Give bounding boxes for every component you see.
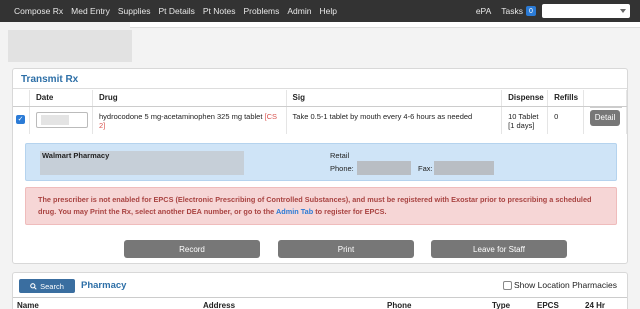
redacted-block [8, 30, 132, 62]
col-phone: Phone [387, 301, 412, 309]
sig-cell: Take 0.5-1 tablet by mouth every 4-6 hou… [286, 106, 503, 134]
tasks-count-badge: 0 [526, 6, 536, 16]
show-location-checkbox[interactable] [502, 280, 512, 290]
rx-table-header: Date Drug Sig Dispense Refills [13, 90, 627, 107]
nav-right: ePA Tasks 0 [476, 0, 630, 22]
col-dispense: Dispense [501, 90, 549, 107]
nav-tasks[interactable]: Tasks 0 [501, 6, 536, 16]
nav-pt-notes[interactable]: Pt Notes [203, 6, 236, 16]
leave-for-staff-button[interactable]: Leave for Staff [431, 240, 567, 258]
select-column-header [13, 90, 30, 107]
nav-compose-rx[interactable]: Compose Rx [14, 6, 63, 16]
date-input[interactable] [36, 111, 88, 128]
col-24hr: 24 Hr [585, 301, 606, 309]
transmit-rx-title: Transmit Rx [13, 69, 627, 89]
table-row: ✓ hydrocodone 5 mg-acetaminophen 325 mg … [13, 106, 627, 134]
pharmacy-table-header: Name Address Phone Type EPCS 24 Hr [13, 297, 627, 309]
date-value-redacted [41, 114, 69, 125]
drug-cell: hydrocodone 5 mg-acetaminophen 325 mg ta… [92, 106, 287, 134]
pharmacy-name: Walmart Pharmacy [42, 151, 110, 160]
col-drug: Drug [92, 90, 287, 107]
actions-cell: Detail [583, 106, 627, 134]
user-select-dropdown[interactable] [542, 4, 630, 18]
tasks-label: Tasks [501, 6, 523, 16]
selected-pharmacy-box: Walmart Pharmacy Retail Phone: Fax: [25, 143, 617, 181]
nav-pt-details[interactable]: Pt Details [159, 6, 195, 16]
top-navbar: Compose Rx Med Entry Supplies Pt Details… [0, 0, 640, 22]
col-refills: Refills [547, 90, 584, 107]
divider [590, 106, 622, 108]
date-cell [29, 106, 93, 134]
search-label: Search [40, 281, 64, 291]
nav-epa[interactable]: ePA [476, 6, 491, 16]
transmit-rx-panel: Transmit Rx Date Drug Sig Dispense Refil… [12, 68, 628, 264]
show-location-label: Show Location Pharmacies [513, 280, 617, 290]
nav-problems[interactable]: Problems [243, 6, 279, 16]
nav-med-entry[interactable]: Med Entry [71, 6, 110, 16]
pharmacy-title: Pharmacy [81, 280, 127, 291]
dispense-days: [1 days] [508, 120, 535, 130]
epcs-alert: The prescriber is not enabled for EPCS (… [25, 187, 617, 225]
refills-cell: 0 [547, 106, 584, 134]
col-date: Date [29, 90, 93, 107]
rx-table: Date Drug Sig Dispense Refills ✓ hydroco… [13, 90, 627, 134]
pharmacy-fax-redacted [434, 161, 494, 175]
col-epcs: EPCS [537, 301, 559, 309]
col-sig: Sig [286, 90, 503, 107]
nav-help[interactable]: Help [319, 6, 336, 16]
record-button[interactable]: Record [124, 240, 260, 258]
select-cell: ✓ [13, 106, 30, 134]
nav-menu: Compose Rx Med Entry Supplies Pt Details… [0, 6, 345, 16]
dispense-quantity: 10 Tablet [508, 111, 539, 121]
pharmacy-panel: Search Pharmacy Show Location Pharmacies… [12, 272, 628, 309]
drug-name: hydrocodone 5 mg-acetaminophen 325 mg ta… [99, 111, 263, 121]
show-location-toggle[interactable]: Show Location Pharmacies [502, 280, 617, 290]
search-icon [30, 282, 37, 290]
previous-content-strip [130, 22, 640, 28]
col-type: Type [492, 301, 511, 309]
alert-text-end: to register for EPCS. [313, 207, 387, 216]
detail-button[interactable]: Detail [590, 109, 620, 126]
nav-admin[interactable]: Admin [287, 6, 311, 16]
pharmacy-phone-redacted [357, 161, 411, 175]
pharmacy-phone-label: Phone: [330, 164, 354, 173]
nav-supplies[interactable]: Supplies [118, 6, 151, 16]
col-address: Address [203, 301, 236, 309]
pharmacy-search-button[interactable]: Search [19, 279, 75, 293]
dispense-cell: 10 Tablet [1 days] [501, 106, 549, 134]
col-actions [583, 90, 627, 107]
admin-tab-link[interactable]: Admin Tab [276, 207, 313, 216]
col-name: Name [17, 301, 39, 309]
pharmacy-type: Retail [330, 151, 350, 160]
row-checkbox[interactable]: ✓ [16, 114, 25, 124]
print-button[interactable]: Print [278, 240, 414, 258]
pharmacy-fax-label: Fax: [418, 164, 433, 173]
